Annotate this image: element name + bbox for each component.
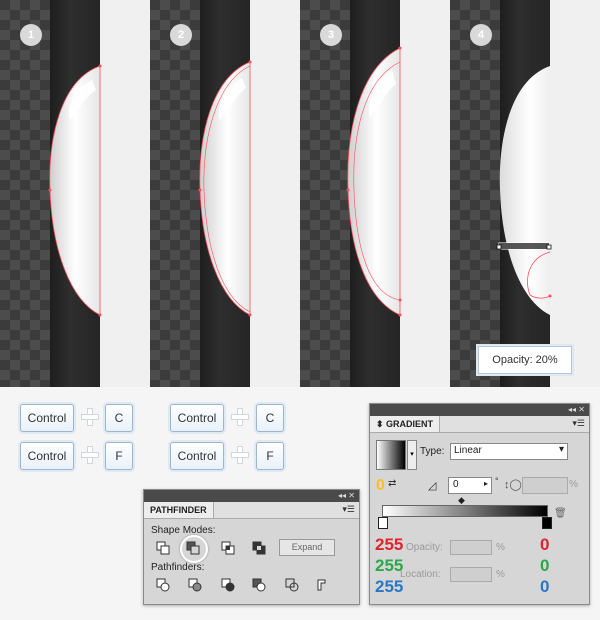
rgb-left-blue: 255: [375, 577, 404, 596]
rgb-right-blue: 0: [540, 577, 550, 596]
aspect-unit: %: [569, 479, 578, 490]
tab-gradient[interactable]: ⬍ GRADIENT: [370, 416, 441, 432]
gradient-swatch[interactable]: [376, 440, 406, 470]
angle-value: 0: [453, 479, 459, 490]
intersect-icon[interactable]: [221, 541, 235, 555]
tab-pathfinder[interactable]: PATHFINDER: [144, 502, 214, 518]
trim-icon[interactable]: [188, 578, 202, 592]
step-panel-4: 4: [450, 0, 600, 387]
aspect-ratio-input: [522, 477, 568, 494]
type-select[interactable]: Linear ▾: [450, 443, 568, 460]
pathfinder-panel: ◂◂ ✕ PATHFINDER ▾☰ Shape Modes: Expand P…: [143, 489, 360, 605]
bubble-shape: [496, 66, 552, 315]
key-control: Control: [20, 404, 74, 432]
plus-icon: [81, 446, 99, 464]
rgb-right-red: 0: [540, 535, 550, 554]
step-badge: 3: [320, 24, 342, 46]
swatch-dropdown-icon[interactable]: ▾: [407, 440, 417, 470]
panel-topbar: ◂◂ ✕: [144, 490, 359, 502]
rgb-right-green: 0: [540, 556, 550, 575]
exclude-icon[interactable]: [252, 541, 266, 555]
key-f: F: [105, 442, 133, 470]
step-badge: 1: [20, 24, 42, 46]
crop-icon[interactable]: [252, 578, 266, 592]
panel-menu-icon[interactable]: ▾☰: [572, 418, 585, 429]
chevron-right-icon: ▸: [483, 479, 488, 488]
pathfinders-label: Pathfinders:: [151, 562, 205, 573]
tab-gradient-label: GRADIENT: [386, 419, 434, 429]
degree-symbol: °: [495, 476, 499, 486]
plus-icon: [81, 408, 99, 426]
shape-modes-label: Shape Modes:: [151, 525, 216, 536]
type-value: Linear: [454, 445, 482, 456]
angle-input[interactable]: 0 ▸: [448, 477, 492, 494]
location-label: Location:: [400, 569, 441, 580]
aspect-ratio-icon: ↕◯: [504, 479, 522, 491]
key-control: Control: [170, 404, 224, 432]
close-icon[interactable]: ✕: [578, 405, 585, 414]
outline-icon[interactable]: [285, 578, 299, 592]
collapse-icon[interactable]: ◂◂: [338, 491, 346, 500]
merge-icon[interactable]: [221, 578, 235, 592]
key-f: F: [256, 442, 284, 470]
step-badge: 2: [170, 24, 192, 46]
swap-icon: ⇄: [388, 478, 397, 489]
bubble-shape: [48, 64, 102, 317]
panel-menu-icon[interactable]: ▾☰: [342, 504, 355, 515]
stop-black-icon[interactable]: [542, 517, 552, 529]
gradient-panel: ◂◂ ✕ ⬍ GRADIENT ▾☰ ▾ Type: Linear ▾ 0 ⇄ …: [369, 403, 590, 605]
key-control: Control: [170, 442, 224, 470]
panel-topbar: ◂◂ ✕: [370, 404, 589, 416]
panel-tabbar: ⬍ GRADIENT ▾☰: [370, 416, 589, 433]
opacity-input: [450, 540, 492, 555]
bubble-shape: [198, 60, 252, 317]
panel-tabbar: PATHFINDER ▾☰: [144, 502, 359, 519]
key-c: C: [105, 404, 133, 432]
location-unit: %: [496, 569, 505, 580]
step-panel-2: 2: [150, 0, 300, 387]
plus-icon: [231, 446, 249, 464]
step-panel-1: 1: [0, 0, 150, 387]
plus-icon: [231, 408, 249, 426]
step-badge: 4: [470, 24, 492, 46]
reverse-gradient-icon[interactable]: 0 ⇄: [376, 477, 400, 498]
chevron-down-icon: ▾: [558, 444, 564, 455]
rgb-left-red: 255: [375, 535, 404, 554]
key-c: C: [256, 404, 284, 432]
collapse-icon[interactable]: ◂◂: [568, 405, 576, 414]
location-input: [450, 567, 492, 582]
type-label: Type:: [420, 446, 445, 457]
reverse-badge: 0: [376, 477, 385, 494]
stop-white-icon[interactable]: [378, 517, 388, 529]
gradient-slider[interactable]: [382, 505, 548, 517]
trash-icon[interactable]: 🗑: [554, 508, 567, 519]
bubble-shape: [346, 46, 402, 317]
minus-back-icon[interactable]: [316, 578, 330, 592]
expand-button[interactable]: Expand: [279, 539, 335, 556]
opacity-label: Opacity:: [406, 542, 443, 553]
divide-icon[interactable]: [156, 578, 170, 592]
key-control: Control: [20, 442, 74, 470]
minus-front-icon[interactable]: [186, 541, 200, 555]
unite-icon[interactable]: [156, 541, 170, 555]
close-icon[interactable]: ✕: [348, 491, 355, 500]
angle-icon: ◿: [428, 480, 437, 492]
opacity-unit: %: [496, 542, 505, 553]
step-panel-3: 3: [300, 0, 450, 387]
opacity-tooltip: Opacity: 20%: [478, 346, 572, 374]
